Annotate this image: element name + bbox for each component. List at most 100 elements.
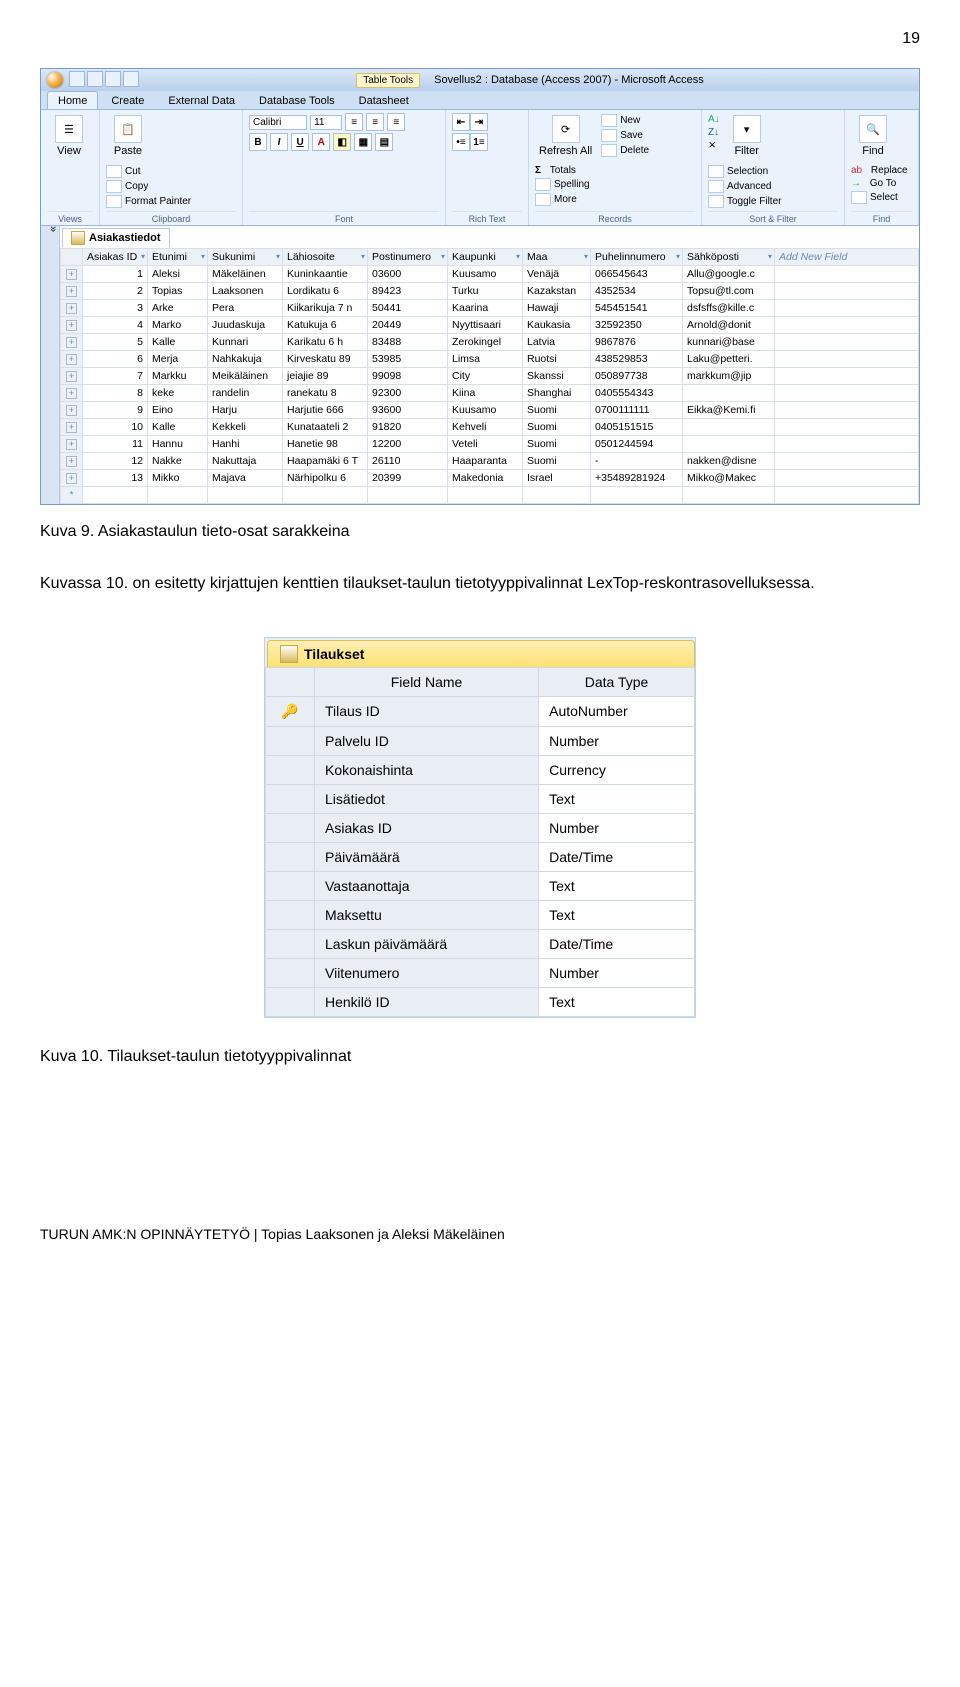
cell[interactable]: Kuninkaantie bbox=[283, 266, 368, 283]
paste-button[interactable]: 📋Paste bbox=[106, 113, 150, 159]
field-name-cell[interactable]: Tilaus ID bbox=[315, 696, 539, 726]
cell[interactable]: Arnold@donit bbox=[683, 317, 775, 334]
align-right-button[interactable]: ≡ bbox=[387, 113, 405, 131]
table-row[interactable]: +4MarkoJuudaskujaKatukuja 620449Nyyttisa… bbox=[61, 317, 919, 334]
bullets-button[interactable]: •≡ bbox=[452, 133, 470, 151]
delete-record-button[interactable]: Delete bbox=[601, 143, 649, 158]
select-button[interactable]: Select bbox=[851, 190, 908, 205]
data-type-cell[interactable]: Text bbox=[539, 871, 695, 900]
cell[interactable]: 26110 bbox=[368, 453, 448, 470]
cell[interactable]: Mikko bbox=[148, 470, 208, 487]
sort-desc-button[interactable]: Z↓ bbox=[708, 126, 720, 139]
column-header[interactable]: Add New Field bbox=[775, 249, 919, 266]
field-name-cell[interactable]: Lisätiedot bbox=[315, 784, 539, 813]
design-document-tab[interactable]: Tilaukset bbox=[267, 640, 695, 667]
data-type-cell[interactable]: Currency bbox=[539, 755, 695, 784]
cell[interactable]: Venäjä bbox=[523, 266, 591, 283]
format-painter-button[interactable]: Format Painter bbox=[106, 194, 191, 209]
cell[interactable]: 0405554343 bbox=[591, 385, 683, 402]
tab-datasheet[interactable]: Datasheet bbox=[348, 91, 420, 109]
cell[interactable]: Suomi bbox=[523, 419, 591, 436]
field-name-cell[interactable]: Maksettu bbox=[315, 900, 539, 929]
cell[interactable]: Veteli bbox=[448, 436, 523, 453]
cell[interactable]: 9 bbox=[83, 402, 148, 419]
design-field-row[interactable]: Asiakas IDNumber bbox=[266, 813, 695, 842]
cell[interactable]: 53985 bbox=[368, 351, 448, 368]
spelling-button[interactable]: Spelling bbox=[535, 177, 590, 192]
copy-button[interactable]: Copy bbox=[106, 179, 191, 194]
cell[interactable]: ranekatu 8 bbox=[283, 385, 368, 402]
font-name-select[interactable]: Calibri bbox=[249, 115, 307, 130]
cell[interactable]: Lordikatu 6 bbox=[283, 283, 368, 300]
advanced-button[interactable]: Advanced bbox=[708, 179, 781, 194]
design-field-row[interactable]: KokonaishintaCurrency bbox=[266, 755, 695, 784]
cell[interactable]: 12200 bbox=[368, 436, 448, 453]
document-tab[interactable]: Asiakastiedot bbox=[62, 228, 170, 247]
cell[interactable]: Kekkeli bbox=[208, 419, 283, 436]
cell[interactable]: Mäkeläinen bbox=[208, 266, 283, 283]
cell[interactable]: Hanetie 98 bbox=[283, 436, 368, 453]
cell[interactable]: Eikka@Kemi.fi bbox=[683, 402, 775, 419]
data-type-cell[interactable]: Number bbox=[539, 813, 695, 842]
cell[interactable]: 2 bbox=[83, 283, 148, 300]
field-name-cell[interactable]: Henkilö ID bbox=[315, 987, 539, 1016]
cell[interactable]: Arke bbox=[148, 300, 208, 317]
cell[interactable]: Hawaji bbox=[523, 300, 591, 317]
cell[interactable]: 4352534 bbox=[591, 283, 683, 300]
cell[interactable]: Kuusamo bbox=[448, 266, 523, 283]
cell[interactable]: Närhipolku 6 bbox=[283, 470, 368, 487]
cell[interactable]: Kunnari bbox=[208, 334, 283, 351]
cell[interactable]: markkum@jip bbox=[683, 368, 775, 385]
cell[interactable]: 050897738 bbox=[591, 368, 683, 385]
cell[interactable]: Makedonia bbox=[448, 470, 523, 487]
cell[interactable]: Suomi bbox=[523, 402, 591, 419]
cell[interactable]: 11 bbox=[83, 436, 148, 453]
bold-button[interactable]: B bbox=[249, 133, 267, 151]
cell[interactable] bbox=[683, 436, 775, 453]
view-button[interactable]: ☰View bbox=[47, 113, 91, 159]
cell[interactable]: - bbox=[591, 453, 683, 470]
cell[interactable]: Kalle bbox=[148, 419, 208, 436]
column-header[interactable]: Asiakas ID▾ bbox=[83, 249, 148, 266]
cell[interactable]: Aleksi bbox=[148, 266, 208, 283]
italic-button[interactable]: I bbox=[270, 133, 288, 151]
font-color-button[interactable]: A bbox=[312, 133, 330, 151]
gridlines-button[interactable]: ▦ bbox=[354, 133, 372, 151]
field-name-cell[interactable]: Kokonaishinta bbox=[315, 755, 539, 784]
cell[interactable]: Harju bbox=[208, 402, 283, 419]
cell[interactable]: Topsu@tl.com bbox=[683, 283, 775, 300]
cell[interactable]: 5 bbox=[83, 334, 148, 351]
fill-color-button[interactable]: ◧ bbox=[333, 133, 351, 151]
cell[interactable]: Eino bbox=[148, 402, 208, 419]
cut-button[interactable]: Cut bbox=[106, 164, 191, 179]
cell[interactable]: Nahkakuja bbox=[208, 351, 283, 368]
nav-pane-collapsed[interactable]: » bbox=[41, 226, 60, 504]
cell[interactable]: 6 bbox=[83, 351, 148, 368]
cell[interactable]: Laaksonen bbox=[208, 283, 283, 300]
cell[interactable]: kunnari@base bbox=[683, 334, 775, 351]
cell[interactable]: 50441 bbox=[368, 300, 448, 317]
cell[interactable]: 7 bbox=[83, 368, 148, 385]
cell[interactable]: 1 bbox=[83, 266, 148, 283]
cell[interactable]: Topias bbox=[148, 283, 208, 300]
clear-sort-button[interactable]: ⨯ bbox=[708, 139, 720, 152]
cell[interactable]: Juudaskuja bbox=[208, 317, 283, 334]
align-center-button[interactable]: ≡ bbox=[366, 113, 384, 131]
table-row[interactable]: +1AleksiMäkeläinenKuninkaantie03600Kuusa… bbox=[61, 266, 919, 283]
cell[interactable]: Latvia bbox=[523, 334, 591, 351]
cell[interactable]: 066545643 bbox=[591, 266, 683, 283]
increase-indent-button[interactable]: ⇥ bbox=[470, 113, 488, 131]
toggle-filter-button[interactable]: Toggle Filter bbox=[708, 194, 781, 209]
cell[interactable]: 83488 bbox=[368, 334, 448, 351]
column-header[interactable]: Lähiosoite▾ bbox=[283, 249, 368, 266]
cell[interactable]: 91820 bbox=[368, 419, 448, 436]
find-button[interactable]: 🔍Find bbox=[851, 113, 895, 159]
cell[interactable]: 0501244594 bbox=[591, 436, 683, 453]
design-field-row[interactable]: LisätiedotText bbox=[266, 784, 695, 813]
cell[interactable]: Ruotsi bbox=[523, 351, 591, 368]
decrease-indent-button[interactable]: ⇤ bbox=[452, 113, 470, 131]
cell[interactable]: Allu@google.c bbox=[683, 266, 775, 283]
cell[interactable]: Israel bbox=[523, 470, 591, 487]
cell[interactable]: Nyyttisaari bbox=[448, 317, 523, 334]
cell[interactable]: Kazakstan bbox=[523, 283, 591, 300]
